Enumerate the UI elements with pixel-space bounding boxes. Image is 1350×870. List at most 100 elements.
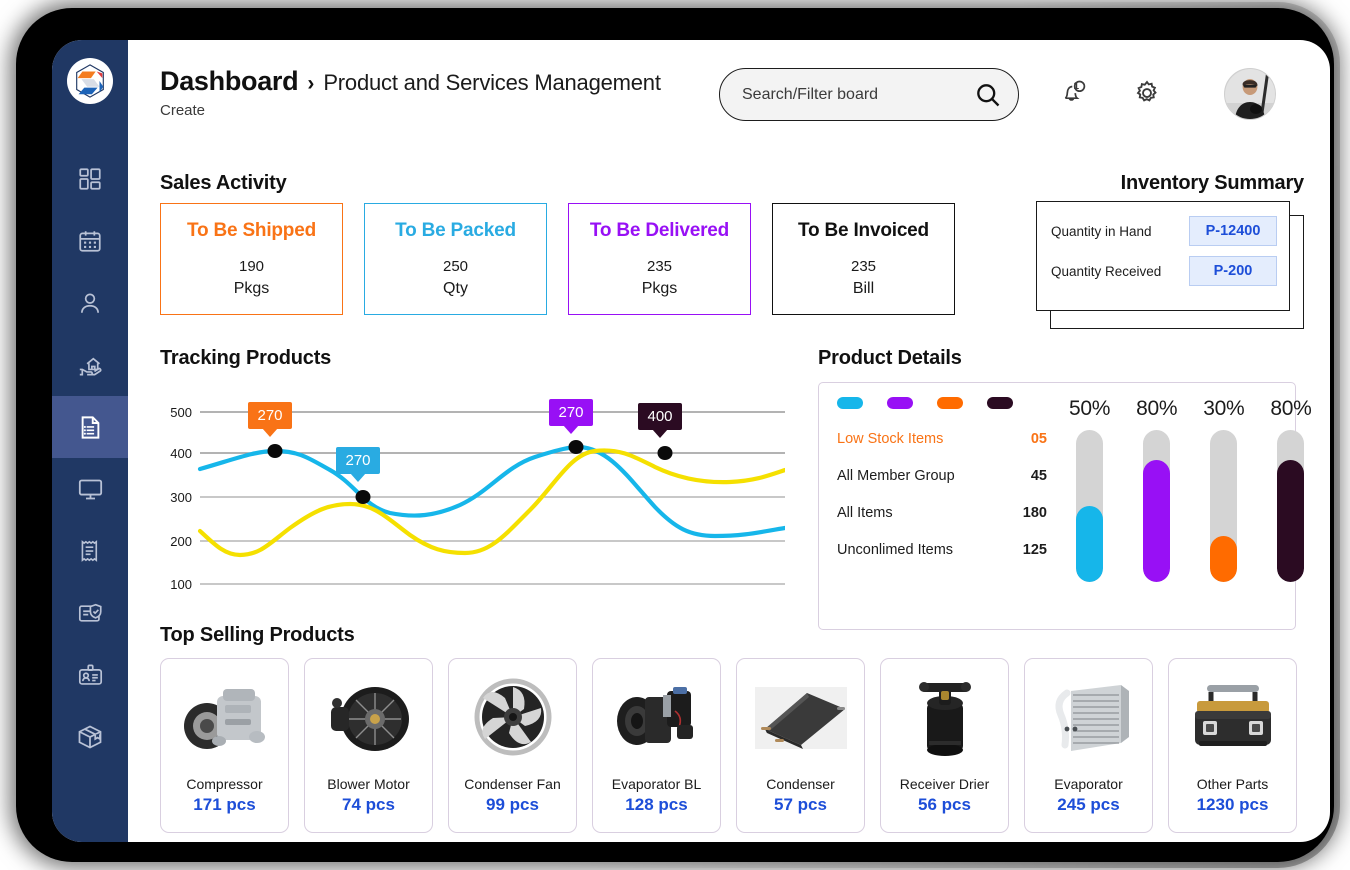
search-box[interactable]: Search/Filter board: [719, 68, 1019, 121]
product-details-panel: Low Stock Items 05 All Member Group 45 A…: [818, 382, 1312, 630]
legend-pill-cyan[interactable]: [837, 397, 863, 409]
product-card-compressor[interactable]: Compressor 171 pcs: [160, 658, 289, 833]
compressor-icon: [169, 667, 281, 767]
sidebar-item-calendar[interactable]: [52, 210, 128, 272]
kpi-value: 190: [238, 258, 265, 275]
chart-tooltip-2[interactable]: 270: [336, 447, 380, 474]
sidebar-item-user[interactable]: [52, 272, 128, 334]
progress-bar-2[interactable]: 80%: [1136, 397, 1178, 629]
evaporator-bl-icon: [601, 667, 713, 767]
row-value: 180: [1022, 505, 1047, 521]
avatar[interactable]: [1224, 68, 1276, 120]
kpi-card-to-be-delivered[interactable]: To Be Delivered 235 Pkgs: [568, 203, 751, 315]
chart-tooltip-label: 270: [558, 404, 584, 421]
row-value: 125: [1022, 542, 1047, 558]
package-box-icon: [78, 725, 102, 749]
row-label: All Member Group: [837, 468, 955, 484]
breadcrumb-current: Product and Services Management: [323, 70, 661, 95]
breadcrumb-root[interactable]: Dashboard: [160, 66, 299, 97]
inventory-row-value[interactable]: P-12400: [1189, 216, 1277, 246]
product-card-condenser-fan[interactable]: Condenser Fan 99 pcs: [448, 658, 577, 833]
avatar-image: [1225, 69, 1275, 119]
legend-pill-purple[interactable]: [887, 397, 913, 409]
product-card-condenser[interactable]: Condenser 57 pcs: [736, 658, 865, 833]
product-qty: 99 pcs: [486, 795, 539, 814]
legend-pill-orange[interactable]: [937, 397, 963, 409]
chart-series-b-line: [197, 448, 785, 558]
product-name: Condenser: [766, 776, 835, 792]
settings-button[interactable]: [1132, 78, 1162, 113]
product-details-title: Product Details: [818, 347, 962, 369]
product-qty: 171 pcs: [193, 795, 256, 814]
product-card-other-parts[interactable]: Other Parts 1230 pcs: [1168, 658, 1297, 833]
search-icon[interactable]: [974, 81, 1002, 109]
kpi-title: To Be Packed: [395, 220, 516, 241]
sidebar-item-package-box[interactable]: [52, 706, 128, 768]
progress-bar-4[interactable]: 80%: [1270, 397, 1312, 629]
kpi-unit: Bill: [852, 280, 875, 297]
chart-tooltip-1[interactable]: 270: [248, 402, 292, 429]
product-details-bars: 50% 80% 30% 80%: [1047, 397, 1312, 629]
condenser-icon: [745, 667, 857, 767]
row-label: All Items: [837, 505, 893, 521]
app-logo[interactable]: [67, 58, 113, 104]
progress-bar-percent: 80%: [1136, 397, 1178, 420]
inventory-row-label: Quantity Received: [1051, 263, 1162, 279]
inventory-row-value[interactable]: P-200: [1189, 256, 1277, 286]
progress-bar-fill: [1076, 506, 1104, 582]
sidebar-item-id-badge[interactable]: [52, 644, 128, 706]
evaporator-icon: [1033, 667, 1145, 767]
sidebar: [52, 40, 128, 842]
receiver-drier-icon: [889, 667, 1001, 767]
product-details-list: Low Stock Items 05 All Member Group 45 A…: [837, 397, 1047, 629]
house-in-hand-icon: [79, 357, 101, 375]
kpi-value: 235: [646, 258, 673, 275]
notifications-button[interactable]: 1: [1059, 78, 1089, 113]
dashboard-grid-icon: [79, 168, 101, 190]
search-input[interactable]: Search/Filter board: [742, 86, 966, 104]
kpi-card-to-be-packed[interactable]: To Be Packed 250 Qty: [364, 203, 547, 315]
product-card-blower-motor[interactable]: Blower Motor 74 pcs: [304, 658, 433, 833]
sidebar-item-document-list[interactable]: [52, 396, 128, 458]
product-details-row-all-member-group[interactable]: All Member Group 45: [837, 468, 1047, 484]
product-card-receiver-drier[interactable]: Receiver Drier 56 pcs: [880, 658, 1009, 833]
product-name: Evaporator BL: [611, 776, 702, 792]
kpi-card-to-be-shipped[interactable]: To Be Shipped 190 Pkgs: [160, 203, 343, 315]
progress-bar-3[interactable]: 30%: [1203, 397, 1245, 629]
sidebar-item-house-in-hand[interactable]: [52, 334, 128, 396]
progress-bar-percent: 80%: [1270, 397, 1312, 420]
product-details-row-low-stock-items[interactable]: Low Stock Items 05: [837, 431, 1047, 447]
product-card-evaporator[interactable]: Evaporator 245 pcs: [1024, 658, 1153, 833]
id-badge-icon: [78, 664, 102, 685]
inventory-row-label: Quantity in Hand: [1051, 223, 1152, 239]
chart-tooltip-4[interactable]: 400: [638, 403, 682, 430]
legend-pill-dark[interactable]: [987, 397, 1013, 409]
row-label: Low Stock Items: [837, 431, 944, 447]
progress-bar-percent: 50%: [1069, 397, 1111, 420]
product-qty: 128 pcs: [625, 795, 688, 814]
product-qty: 74 pcs: [342, 795, 395, 814]
progress-bar-track: [1076, 430, 1104, 582]
sidebar-item-monitor[interactable]: [52, 458, 128, 520]
kpi-title: To Be Shipped: [187, 220, 316, 241]
chart-tooltip-label: 400: [647, 408, 673, 425]
progress-bar-1[interactable]: 50%: [1069, 397, 1110, 629]
chart-series-a-line: [197, 444, 785, 539]
chart-tooltip-label: 270: [257, 407, 283, 424]
sidebar-item-dashboard-grid[interactable]: [52, 148, 128, 210]
product-details-row-unconlimed-items[interactable]: Unconlimed Items 125: [837, 542, 1047, 558]
kpi-title: To Be Invoiced: [798, 220, 929, 241]
product-qty: 56 pcs: [918, 795, 971, 814]
main-content: Dashboard › Product and Services Managem…: [128, 40, 1330, 842]
monitor-icon: [78, 479, 102, 499]
document-list-icon: [81, 415, 99, 439]
kpi-card-to-be-invoiced[interactable]: To Be Invoiced 235 Bill: [772, 203, 955, 315]
product-card-evaporator-bl[interactable]: Evaporator BL 128 pcs: [592, 658, 721, 833]
product-details-row-all-items[interactable]: All Items 180: [837, 505, 1047, 521]
product-name: Receiver Drier: [899, 776, 990, 792]
tracking-products-chart: 500 400 300 200 100 270 270 270 400: [160, 385, 785, 600]
chart-tooltip-3[interactable]: 270: [549, 399, 593, 426]
product-qty: 245 pcs: [1057, 795, 1120, 814]
sidebar-item-card-shield[interactable]: [52, 582, 128, 644]
sidebar-item-receipt[interactable]: [52, 520, 128, 582]
